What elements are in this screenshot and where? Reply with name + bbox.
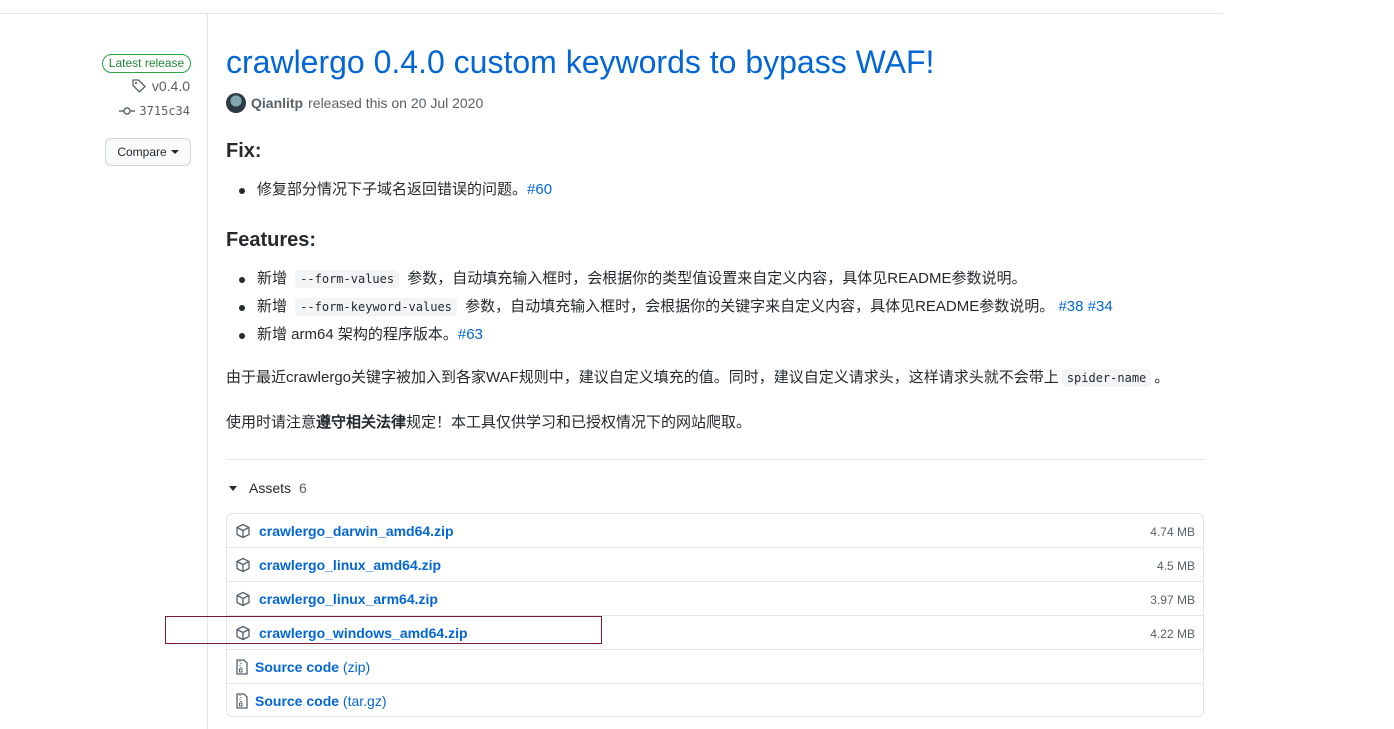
notes-text: 由于最近crawlergo关键字被加入到各家WAF规则中，建议自定义填充的值。同…	[226, 369, 1059, 386]
issue-link[interactable]: #38	[1058, 298, 1083, 315]
asset-size: 4.5 MB	[1156, 559, 1195, 573]
source-label: Source code	[255, 659, 340, 675]
asset-download-link[interactable]: crawlergo_windows_amd64.zip	[259, 625, 468, 641]
fix-list: 修复部分情况下子域名返回错误的问题。#60	[226, 178, 552, 206]
compare-label: Compare	[117, 145, 167, 159]
asset-download-link[interactable]: crawlergo_linux_arm64.zip	[259, 591, 438, 607]
list-item: 新增 arm64 架构的程序版本。#63	[226, 323, 1113, 351]
release-meta-sidebar: Latest release v0.4.0 3715c34 Compare	[0, 14, 208, 729]
caret-down-icon	[170, 150, 179, 154]
asset-row: Source code (tar.gz)	[227, 684, 1203, 718]
asset-row: crawlergo_linux_amd64.zip 4.5 MB	[227, 548, 1203, 582]
release-notes-paragraph: 由于最近crawlergo关键字被加入到各家WAF规则中，建议自定义填充的值。同…	[226, 366, 1205, 390]
asset-size: 4.74 MB	[1150, 525, 1195, 539]
release-title-link[interactable]: crawlergo 0.4.0 custom keywords to bypas…	[226, 44, 934, 81]
file-zip-icon	[236, 693, 248, 709]
source-code-zip-link[interactable]: Source code (zip)	[255, 659, 370, 675]
compare-button[interactable]: Compare	[105, 138, 191, 166]
fix-heading: Fix:	[226, 140, 262, 162]
asset-row: crawlergo_linux_arm64.zip 3.97 MB	[227, 582, 1203, 616]
code-spider-name: spider-name	[1061, 369, 1152, 387]
feature-text: 参数，自动填充输入框时，会根据你的类型值设置来自定义内容，具体见README参数…	[407, 270, 1027, 287]
asset-download-link[interactable]: crawlergo_darwin_amd64.zip	[259, 523, 454, 539]
source-code-targz-link[interactable]: Source code (tar.gz)	[255, 693, 387, 709]
list-item: 修复部分情况下子域名返回错误的问题。#60	[226, 178, 552, 206]
assets-label: Assets	[249, 480, 292, 496]
tag-label: v0.4.0	[151, 78, 190, 94]
tag-icon	[132, 79, 146, 93]
package-icon	[236, 625, 250, 641]
code-form-keyword-values: --form-keyword-values	[295, 298, 457, 316]
asset-row: crawlergo_darwin_amd64.zip 4.74 MB	[227, 514, 1203, 548]
triangle-down-icon	[229, 485, 237, 491]
notice-text: 规定！本工具仅供学习和已授权情况下的网站爬取。	[406, 414, 752, 431]
assets-list: crawlergo_darwin_amd64.zip 4.74 MB crawl…	[226, 513, 1204, 717]
issue-link[interactable]: #63	[458, 326, 483, 343]
feature-text: 新增 arm64 架构的程序版本。	[257, 326, 458, 343]
usage-notice: 使用时请注意遵守相关法律规定！本工具仅供学习和已授权情况下的网站爬取。	[226, 411, 751, 432]
package-icon	[236, 523, 250, 539]
released-date-text: released this on 20 Jul 2020	[308, 95, 484, 111]
assets-divider	[226, 459, 1205, 460]
asset-download-link[interactable]: crawlergo_linux_amd64.zip	[259, 557, 441, 573]
commit-sha: 3715c34	[139, 104, 190, 118]
source-ext: (tar.gz)	[342, 693, 387, 709]
issue-link[interactable]: #60	[527, 181, 552, 198]
notice-bold: 遵守相关法律	[316, 414, 407, 431]
features-heading: Features:	[226, 229, 317, 251]
list-item: 新增 --form-values 参数，自动填充输入框时，会根据你的类型值设置来…	[226, 267, 1113, 295]
asset-row: crawlergo_windows_amd64.zip 4.22 MB	[227, 616, 1203, 650]
asset-size: 4.22 MB	[1150, 627, 1195, 641]
features-list: 新增 --form-values 参数，自动填充输入框时，会根据你的类型值设置来…	[226, 267, 1113, 351]
latest-release-badge: Latest release	[102, 54, 191, 73]
source-ext: (zip)	[342, 659, 371, 675]
assets-count: 6	[299, 480, 307, 496]
source-label: Source code	[255, 693, 340, 709]
feature-prefix: 新增	[257, 270, 288, 287]
release-tag[interactable]: v0.4.0	[131, 78, 190, 94]
list-item: 新增 --form-keyword-values 参数，自动填充输入框时，会根据…	[226, 295, 1113, 323]
assets-toggle[interactable]: Assets 6	[229, 480, 307, 496]
fix-item-text: 修复部分情况下子域名返回错误的问题。	[257, 181, 528, 198]
feature-prefix: 新增	[257, 298, 288, 315]
release-commit[interactable]: 3715c34	[119, 104, 190, 118]
author-link[interactable]: Qianlitp	[251, 95, 303, 111]
file-zip-icon	[236, 659, 248, 675]
avatar[interactable]	[226, 93, 246, 113]
commit-icon	[119, 107, 136, 115]
package-icon	[236, 591, 250, 607]
notice-text: 使用时请注意	[226, 414, 317, 431]
asset-size: 3.97 MB	[1150, 593, 1195, 607]
package-icon	[236, 557, 250, 573]
issue-link[interactable]: #34	[1088, 298, 1113, 315]
notes-end: 。	[1154, 369, 1170, 386]
code-form-values: --form-values	[295, 270, 400, 288]
feature-text: 参数，自动填充输入框时，会根据你的关键字来自定义内容，具体见README参数说明…	[465, 298, 1055, 315]
asset-row: Source code (zip)	[227, 650, 1203, 684]
release-byline: Qianlitp released this on 20 Jul 2020	[226, 93, 483, 113]
